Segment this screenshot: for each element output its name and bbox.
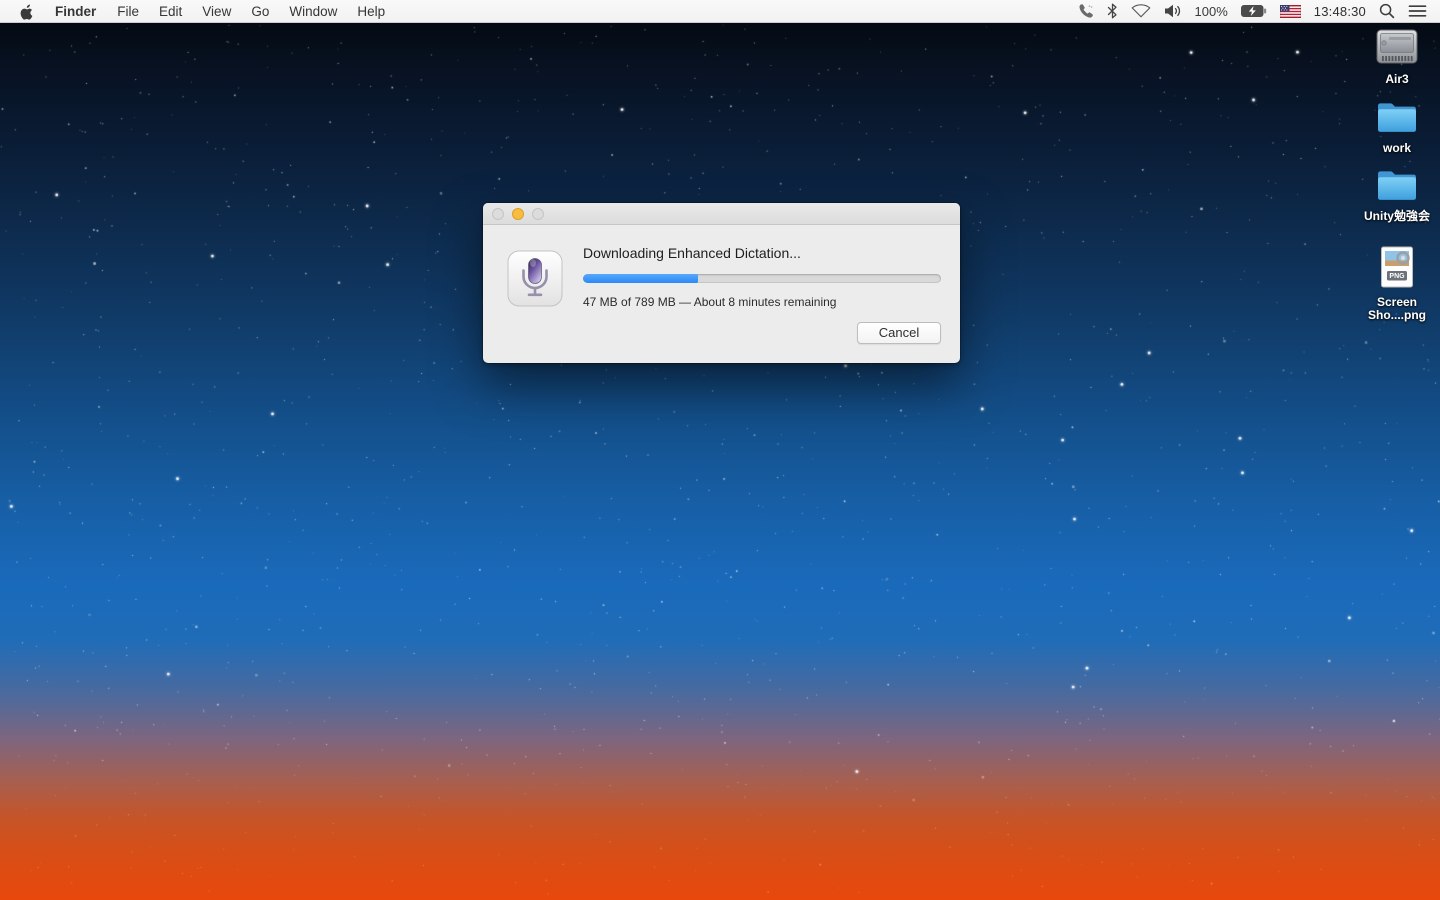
dialog-body: Downloading Enhanced Dictation... 47 MB … <box>483 225 960 362</box>
spotlight-icon[interactable] <box>1379 3 1395 19</box>
hard-drive-icon <box>1376 29 1418 70</box>
cancel-button[interactable]: Cancel <box>857 322 941 344</box>
progress-bar <box>583 274 941 283</box>
desktop-icon-label: Screen Sho....png <box>1368 295 1426 322</box>
input-source-us-flag-icon[interactable] <box>1279 4 1301 18</box>
desktop-icon-air3[interactable]: Air3 <box>1357 29 1437 86</box>
png-file-icon: PNG <box>1379 246 1415 293</box>
desktop-icon-work[interactable]: work <box>1357 100 1437 155</box>
folder-icon <box>1376 100 1418 139</box>
desktop-icon-label: work <box>1382 141 1411 155</box>
desktop-icon-column: Air3 work Unity勉強会 PNG Screen Sho....png <box>1354 24 1440 322</box>
zoom-button <box>532 207 544 220</box>
download-dialog: Downloading Enhanced Dictation... 47 MB … <box>483 203 960 363</box>
menu-window[interactable]: Window <box>289 4 337 19</box>
menu-bar-clock[interactable]: 13:48:30 <box>1314 4 1366 19</box>
dictation-microphone-icon <box>507 250 563 312</box>
desktop-icon-label: Unity勉強会 <box>1363 209 1430 223</box>
starfield <box>0 0 1440 900</box>
menu-bar: Finder File Edit View Go Window Help 100… <box>0 0 1440 23</box>
apple-menu-icon[interactable] <box>19 3 34 20</box>
png-badge-label: PNG <box>1389 273 1405 280</box>
battery-icon[interactable] <box>1240 5 1267 17</box>
bluetooth-icon[interactable] <box>1107 3 1118 19</box>
battery-percent-label: 100% <box>1194 3 1228 19</box>
desktop-icon-screenshot[interactable]: PNG Screen Sho....png <box>1357 246 1437 322</box>
menu-view[interactable]: View <box>202 4 231 19</box>
dialog-title-bar[interactable] <box>483 203 960 225</box>
dialog-title: Downloading Enhanced Dictation... <box>583 245 801 261</box>
menu-edit[interactable]: Edit <box>159 4 182 19</box>
menu-file[interactable]: File <box>117 4 139 19</box>
phone-icon[interactable] <box>1078 3 1094 19</box>
volume-icon[interactable] <box>1164 4 1182 18</box>
menu-go[interactable]: Go <box>251 4 269 19</box>
menu-app-name[interactable]: Finder <box>55 4 96 19</box>
close-button <box>492 207 504 220</box>
desktop-icon-label: Air3 <box>1385 72 1409 86</box>
desktop-icon-unity[interactable]: Unity勉強会 <box>1357 168 1437 223</box>
download-status-text: 47 MB of 789 MB — About 8 minutes remain… <box>583 295 837 309</box>
minimize-button[interactable] <box>512 207 524 220</box>
notification-center-icon[interactable] <box>1408 4 1427 18</box>
menu-help[interactable]: Help <box>357 4 385 19</box>
wifi-icon[interactable] <box>1131 4 1151 18</box>
folder-icon <box>1376 168 1418 207</box>
progress-fill <box>583 274 698 283</box>
